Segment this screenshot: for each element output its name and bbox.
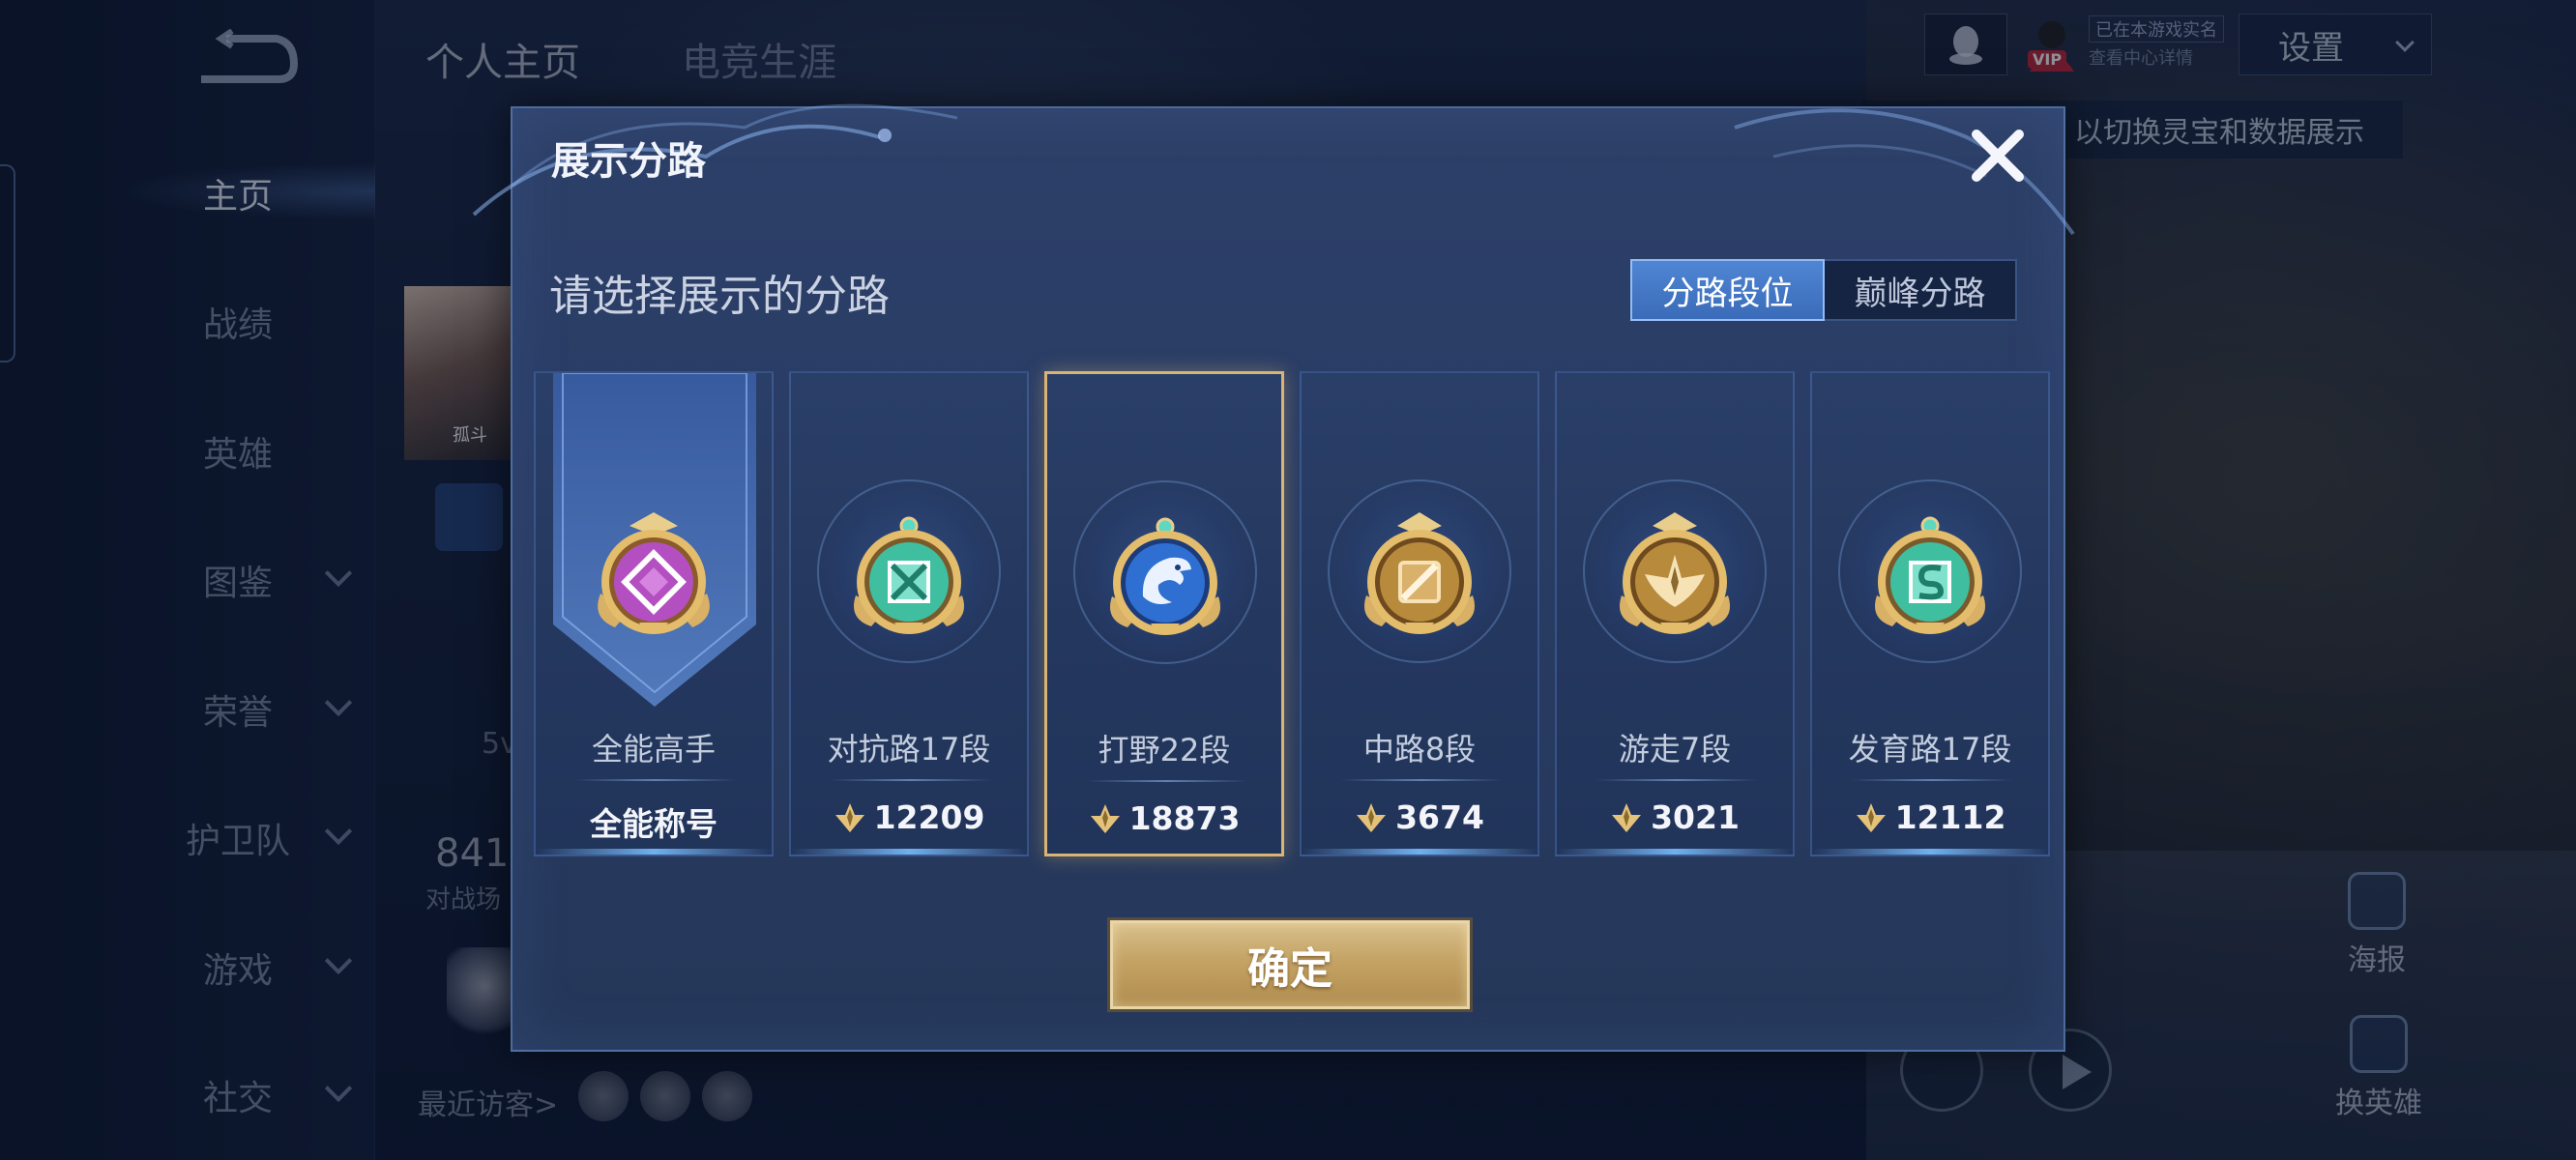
confirm-button[interactable]: 确定 [1110,920,1470,1009]
display-mode-toggle: 分路段位 巅峰分路 [1630,259,2017,321]
lane-name: 对抗路17段 [827,731,991,768]
lane-card-all-round[interactable]: 全能高手 全能称号 [534,371,774,856]
lane-score-value: 3021 [1651,798,1740,836]
lane-score: 3021 [1557,798,1793,836]
lane-name: 打野22段 [1098,732,1231,768]
dialog-title: 展示分路 [551,139,706,184]
jungle-badge-icon [1102,508,1228,652]
card-divider [830,779,992,781]
confirm-label: 确定 [1247,944,1332,994]
lane-score: 全能称号 [536,798,772,845]
lane-score: 12209 [791,798,1027,836]
close-icon [1972,130,2024,182]
mid-lane-badge-icon [1357,507,1482,652]
roam-badge-icon [1612,507,1738,652]
lane-points-icon [1357,802,1387,832]
lane-display-dialog: 展示分路 请选择展示的分路 分路段位 巅峰分路 全能高手 全能称号 对抗路17段… [472,103,2075,1052]
lane-card-mid-lane[interactable]: 中路8段 3674 [1300,371,1539,856]
lane-score-value: 18873 [1128,799,1241,837]
card-divider [1340,779,1503,781]
lane-points-icon [1090,803,1120,833]
lane-card-jungle[interactable]: 打野22段 18873 [1044,371,1284,856]
lane-card-clash-lane[interactable]: 对抗路17段 12209 [789,371,1029,856]
lane-points-icon [834,802,864,832]
close-button[interactable] [1965,123,2031,188]
card-divider [574,779,737,781]
lane-points-icon [1612,802,1642,832]
clash-lane-badge-icon [846,507,972,652]
card-divider [1851,779,2013,781]
farm-lane-badge-icon [1867,507,1993,652]
lane-name: 中路8段 [1362,731,1477,768]
lane-card-roam[interactable]: 游走7段 3021 [1555,371,1795,856]
toggle-peak-lane[interactable]: 巅峰分路 [1825,261,2015,319]
lane-name: 游走7段 [1618,731,1732,768]
lane-score: 18873 [1047,799,1281,837]
all-round-badge-icon [591,507,717,652]
lane-score: 12112 [1812,798,2048,836]
lane-name: 发育路17段 [1848,731,2012,768]
lane-points-icon [1856,802,1886,832]
lane-score-value: 全能称号 [590,805,717,843]
lane-score-value: 12209 [873,798,985,836]
lane-name: 全能高手 [591,731,716,768]
card-divider [1086,780,1248,782]
lane-card-farm-lane[interactable]: 发育路17段 12112 [1810,371,2050,856]
lane-score-value: 12112 [1894,798,2006,836]
lane-score: 3674 [1302,798,1537,836]
toggle-lane-rank[interactable]: 分路段位 [1630,259,1825,321]
selection-prompt: 请选择展示的分路 [549,272,890,321]
card-divider [1595,779,1758,781]
lane-score-value: 3674 [1395,798,1484,836]
